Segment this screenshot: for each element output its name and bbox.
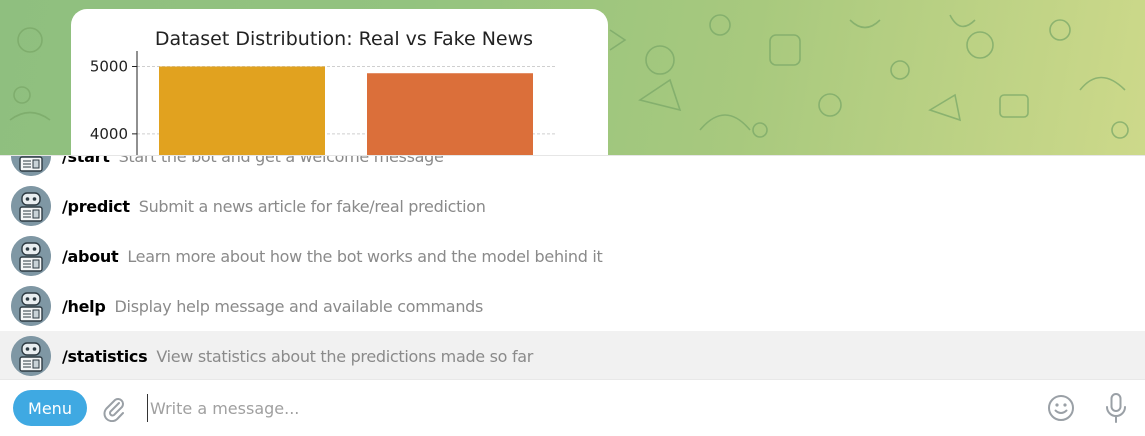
command-name: /predict	[62, 196, 130, 216]
chat-background: Dataset Distribution: Real vs Fake News …	[0, 0, 1145, 155]
bot-avatar	[11, 236, 51, 276]
emoji-icon[interactable]	[1046, 393, 1076, 423]
command-name: /help	[62, 296, 106, 316]
bot-avatar	[11, 336, 51, 376]
command-name: /start	[62, 155, 110, 166]
command-row-start[interactable]: /start Start the bot and get a welcome m…	[0, 155, 1145, 181]
command-row-about[interactable]: /about Learn more about how the bot work…	[0, 231, 1145, 281]
bot-avatar	[11, 286, 51, 326]
bot-avatar	[11, 156, 51, 176]
bar-fake	[367, 73, 533, 155]
y-tick-label: 5000	[90, 57, 128, 75]
bot-avatar	[11, 186, 51, 226]
bar-real	[159, 66, 325, 155]
command-name: /statistics	[62, 346, 148, 366]
message-input[interactable]	[147, 394, 1007, 422]
command-description: Learn more about how the bot works and t…	[127, 246, 603, 266]
y-tick-label: 4000	[90, 125, 128, 143]
bot-commands-panel: /start Start the bot and get a welcome m…	[0, 155, 1145, 379]
chart-message-bubble[interactable]: Dataset Distribution: Real vs Fake News …	[71, 9, 608, 155]
chart-title: Dataset Distribution: Real vs Fake News	[155, 28, 533, 50]
command-name: /about	[62, 246, 119, 266]
command-row-predict[interactable]: /predict Submit a news article for fake/…	[0, 181, 1145, 231]
message-composer: Menu	[0, 379, 1145, 436]
menu-button[interactable]: Menu	[13, 390, 87, 426]
bar-chart: Dataset Distribution: Real vs Fake News …	[90, 28, 555, 155]
command-row-help[interactable]: /help Display help message and available…	[0, 281, 1145, 331]
command-description: View statistics about the predictions ma…	[156, 346, 534, 366]
command-description: Submit a news article for fake/real pred…	[138, 196, 486, 216]
paperclip-icon[interactable]	[100, 394, 128, 422]
microphone-icon[interactable]	[1102, 392, 1130, 424]
command-description: Display help message and available comma…	[114, 296, 484, 316]
command-row-statistics[interactable]: /statistics View statistics about the pr…	[0, 331, 1145, 379]
command-description: Start the bot and get a welcome message	[118, 155, 444, 166]
